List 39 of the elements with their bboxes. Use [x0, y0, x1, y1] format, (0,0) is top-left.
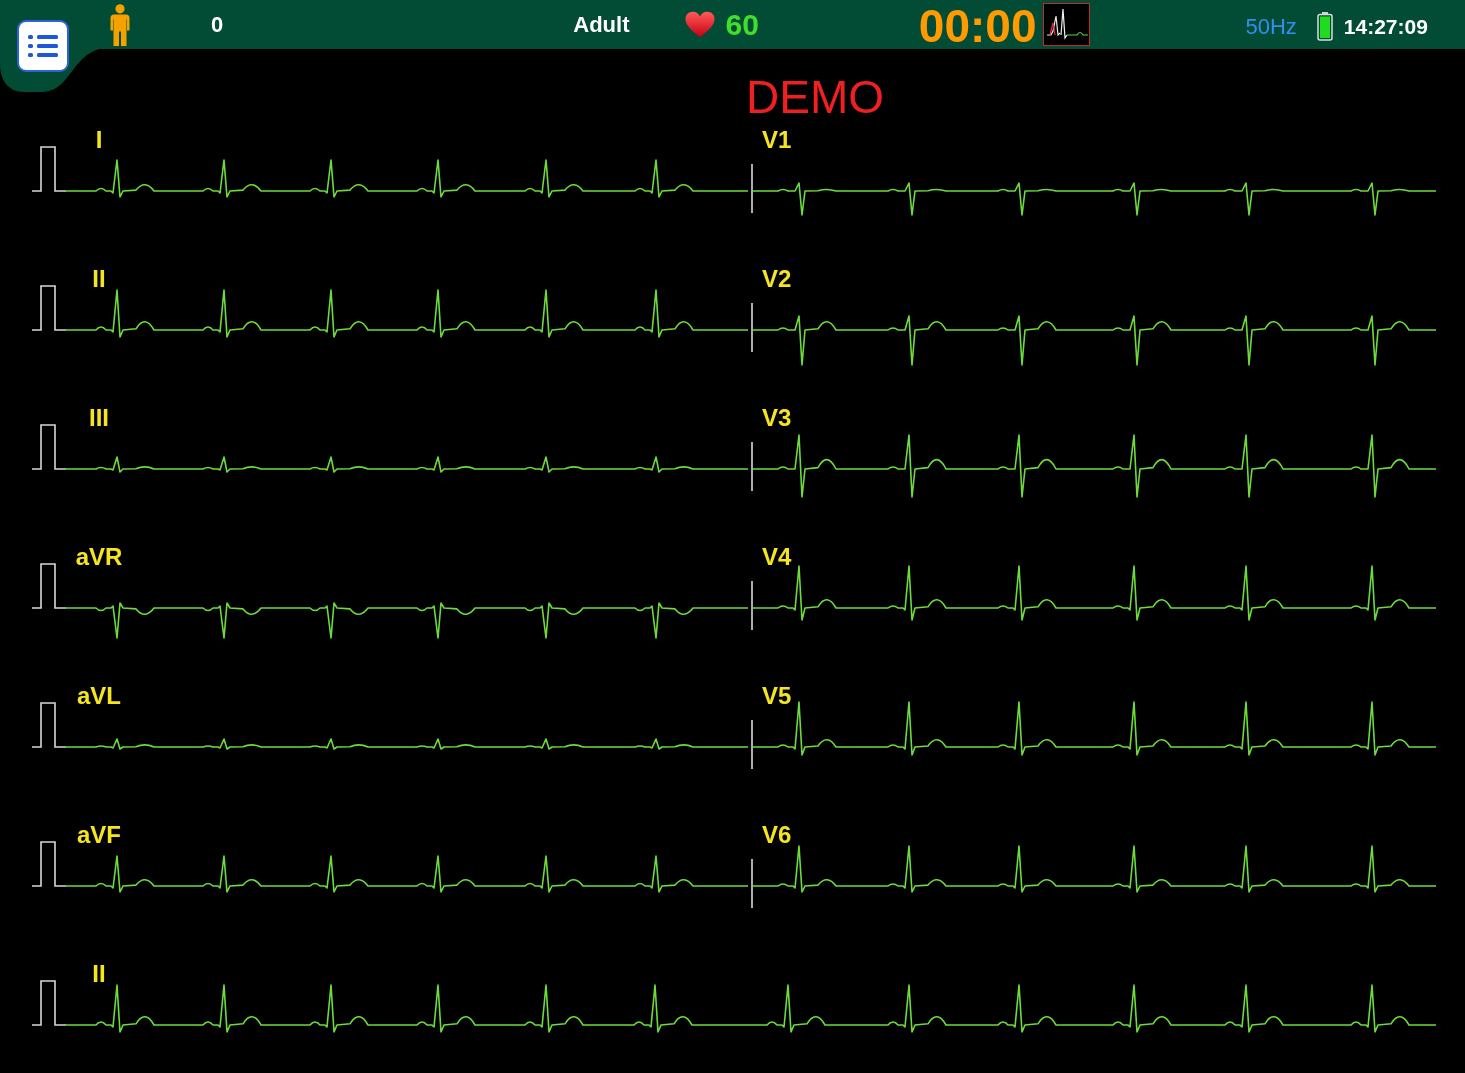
- lead-label: V6: [762, 823, 792, 847]
- lead-label: aVR: [75, 545, 123, 569]
- calibration-pulse: [31, 980, 67, 1026]
- lead-label: V2: [762, 267, 792, 291]
- lead-label: V5: [762, 684, 792, 708]
- lead-label: V1: [762, 128, 792, 152]
- lead-label: II: [92, 962, 106, 986]
- timer: 00:00: [918, 3, 1037, 49]
- lead-change-marker: [751, 163, 753, 214]
- menu-icon: [28, 35, 58, 57]
- lead-change-marker: [751, 441, 753, 492]
- power-frequency: 50Hz: [1245, 13, 1297, 40]
- calibration-pulse: [31, 563, 67, 609]
- heart-icon: [685, 11, 716, 38]
- battery-icon: [1316, 12, 1333, 41]
- lead-label: I: [95, 128, 103, 152]
- calibration-pulse: [31, 702, 67, 748]
- demo-label: DEMO: [746, 74, 884, 120]
- menu-button[interactable]: [17, 20, 69, 72]
- lead-label: aVF: [77, 823, 121, 847]
- calibration-pulse: [31, 285, 67, 331]
- lead-label: V3: [762, 406, 792, 430]
- lead-label: III: [89, 406, 109, 430]
- calibration-pulse: [31, 424, 67, 470]
- lead-label: aVL: [77, 684, 121, 708]
- lead-change-marker: [751, 580, 753, 631]
- clock: 14:27:09: [1343, 13, 1428, 40]
- lead-change-marker: [751, 302, 753, 353]
- calibration-pulse: [31, 146, 67, 192]
- lead-change-marker: [751, 719, 753, 770]
- patient-type: Adult: [573, 11, 630, 38]
- person-icon: [108, 3, 132, 46]
- waveform-icon: [1043, 3, 1091, 46]
- lead-change-marker: [751, 858, 753, 909]
- lead-label: II: [92, 267, 106, 291]
- heart-rate-value: 60: [725, 7, 759, 42]
- lead-label: V4: [762, 545, 792, 569]
- calibration-pulse: [31, 841, 67, 887]
- patient-number: 0: [211, 11, 224, 38]
